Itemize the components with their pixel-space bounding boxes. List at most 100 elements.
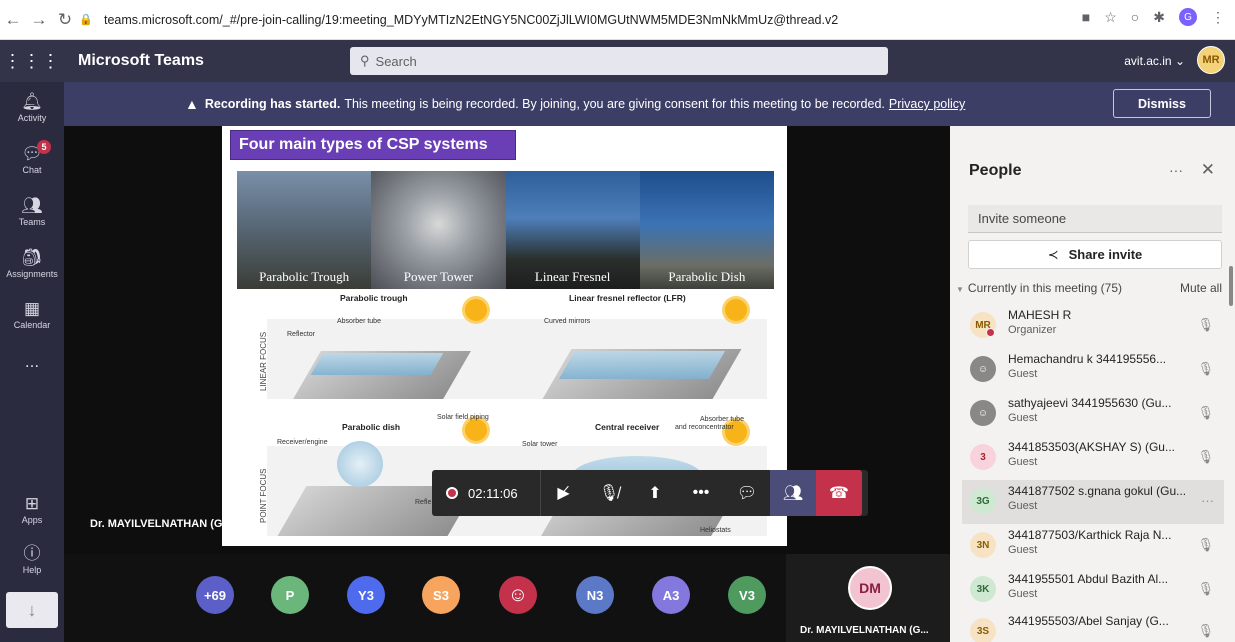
- panel-more-icon[interactable]: ···: [1169, 162, 1183, 178]
- lock-icon: 🔒: [79, 14, 93, 26]
- overflow-participants-avatar[interactable]: +69: [196, 576, 234, 614]
- rail-label: Help: [22, 565, 42, 575]
- teams-header: ⋮⋮⋮ Microsoft Teams ⚲ Search avit.ac.in …: [0, 40, 1235, 82]
- participant-row[interactable]: ☺ Hemachandru k 344195556... Guest 🎙︎: [962, 348, 1224, 392]
- participant-row[interactable]: 3N 3441877503/Karthick Raja N... Guest 🎙…: [962, 524, 1224, 568]
- browser-profile-avatar[interactable]: G: [1179, 8, 1197, 26]
- more-options-icon[interactable]: ···: [1201, 493, 1214, 508]
- reload-icon[interactable]: ↻: [52, 10, 78, 30]
- rail-item-help[interactable]: ⓘ Help: [0, 544, 64, 575]
- share-icon: ≺: [1047, 246, 1059, 262]
- share-invite-label: Share invite: [1068, 247, 1143, 262]
- avatar-initials: +69: [203, 587, 227, 603]
- participant-avatar[interactable]: P: [271, 576, 309, 614]
- participant-role: Organizer: [1008, 324, 1057, 336]
- hang-up-button[interactable]: ☎: [816, 470, 862, 516]
- photo-linear-fresnel: Linear Fresnel: [505, 171, 640, 289]
- chevron-down-icon: ▼: [956, 285, 964, 294]
- label-reconcentrator: and reconcentrator: [675, 424, 734, 431]
- mic-muted-icon: 🎙︎: [1197, 449, 1214, 464]
- participant-role: Guest: [1008, 500, 1038, 512]
- participant-row[interactable]: 3 3441853503(AKSHAY S) (Gu... Guest 🎙︎: [962, 436, 1224, 480]
- help-icon: ⓘ: [23, 544, 41, 563]
- participant-row[interactable]: MR MAHESH R Organizer 🎙︎: [962, 304, 1224, 348]
- label-solar-field-piping: Solar field piping: [437, 414, 489, 421]
- search-input[interactable]: ⚲ Search: [350, 47, 888, 75]
- more-dots-icon: •••: [692, 484, 710, 501]
- more-actions-button[interactable]: •••: [678, 470, 724, 516]
- participant-photo-avatar[interactable]: ☺: [499, 576, 537, 614]
- photo-parabolic-dish: Parabolic Dish: [639, 171, 774, 289]
- participant-avatar: 3K: [970, 576, 996, 602]
- speaker-tile-name: Dr. MAYILVELNATHAN (G...: [800, 625, 929, 636]
- participant-avatar[interactable]: S3: [422, 576, 460, 614]
- puzzle-icon[interactable]: ✱: [1153, 9, 1165, 26]
- label-point-focus: POINT FOCUS: [259, 468, 268, 523]
- participant-gallery: +69 P Y3 S3 ☺ N3 A3 V3 DM Dr. MAYILVELNA…: [64, 554, 950, 642]
- rail-item-apps[interactable]: ⊞ Apps: [0, 494, 64, 525]
- participant-row[interactable]: 3G 3441877502 s.gnana gokul (Gu... Guest…: [962, 480, 1224, 524]
- browser-menu-icon[interactable]: ⋮: [1211, 9, 1225, 26]
- avatar-initials: N3: [586, 587, 604, 603]
- rail-item-teams[interactable]: 👥︎ Teams: [0, 196, 64, 227]
- rail-item-calendar[interactable]: ▦ Calendar: [0, 299, 64, 330]
- participant-role: Guest: [1008, 588, 1038, 600]
- mute-all-link[interactable]: Mute all: [1180, 281, 1222, 295]
- invite-input[interactable]: Invite someone: [968, 205, 1222, 233]
- avatar-initials: V3: [739, 587, 755, 603]
- dismiss-button[interactable]: Dismiss: [1113, 89, 1211, 118]
- mic-muted-icon: 🎙︎: [1197, 361, 1214, 376]
- participant-avatar[interactable]: V3: [728, 576, 766, 614]
- back-icon[interactable]: ←: [0, 10, 26, 30]
- user-avatar[interactable]: MR: [1197, 46, 1225, 74]
- share-invite-button[interactable]: ≺ Share invite: [968, 240, 1222, 269]
- participant-avatar[interactable]: Y3: [347, 576, 385, 614]
- star-icon[interactable]: ☆: [1104, 9, 1117, 26]
- assignments-icon: 🎒︎: [21, 248, 43, 267]
- mic-off-button[interactable]: 🎙︎̸: [586, 470, 632, 516]
- share-screen-button[interactable]: ⬆: [632, 470, 678, 516]
- photo-caption: Parabolic Trough: [259, 269, 350, 284]
- more-dots-icon: ...: [24, 352, 40, 371]
- fresnel-mirrors: [558, 351, 726, 379]
- participant-avatar[interactable]: N3: [576, 576, 614, 614]
- label-solar-tower: Solar tower: [522, 441, 558, 448]
- participant-row[interactable]: 3S 3441955503/Abel Sanjay (G... 🎙︎: [962, 610, 1224, 642]
- participant-role: Guest: [1008, 412, 1038, 424]
- extension-circle-icon[interactable]: ○: [1131, 9, 1139, 25]
- rail-label: Assignments: [6, 269, 58, 279]
- rail-item-more[interactable]: ...: [0, 352, 64, 372]
- app-launcher-icon[interactable]: ⋮⋮⋮: [0, 51, 64, 72]
- forward-icon[interactable]: →: [26, 10, 52, 30]
- banner-text: This meeting is being recorded. By joini…: [344, 97, 885, 111]
- participant-avatar[interactable]: A3: [652, 576, 690, 614]
- camera-off-button[interactable]: ▶̸: [540, 470, 586, 516]
- rail-item-assignments[interactable]: 🎒︎ Assignments: [0, 248, 64, 279]
- recording-banner: ▲ Recording has started. This meeting is…: [64, 82, 1235, 126]
- participant-row[interactable]: ☺ sathyajeevi 3441955630 (Gu... Guest 🎙︎: [962, 392, 1224, 436]
- privacy-policy-link[interactable]: Privacy policy: [889, 97, 965, 111]
- participant-name: sathyajeevi 3441955630 (Gu...: [1008, 396, 1172, 410]
- mic-muted-icon: 🎙︎: [1197, 581, 1214, 596]
- rail-item-chat[interactable]: 💬︎ 5 Chat: [0, 140, 64, 175]
- meeting-section-header[interactable]: ▼ Currently in this meeting (75) Mute all: [956, 281, 1222, 295]
- participants-button[interactable]: 👥︎: [770, 470, 816, 516]
- mic-muted-icon: 🎙︎: [1197, 317, 1214, 332]
- participant-name: 3441955501 Abdul Bazith Al...: [1008, 572, 1169, 586]
- sun-icon: [465, 419, 487, 441]
- rail-label: Apps: [21, 515, 43, 525]
- rail-item-activity[interactable]: 🔔︎ Activity: [0, 92, 64, 123]
- photo-strip: Parabolic Trough Power Tower Linear Fres…: [237, 171, 774, 289]
- participant-name: 3441955503/Abel Sanjay (G...: [1008, 614, 1169, 628]
- person-photo-icon: ☺: [507, 583, 529, 606]
- chat-toggle-button[interactable]: 💬︎: [724, 470, 770, 516]
- download-icon[interactable]: ↓: [6, 592, 58, 628]
- active-speaker-tile[interactable]: DM Dr. MAYILVELNATHAN (G...: [786, 554, 950, 642]
- camera-indicator-icon[interactable]: ■: [1082, 9, 1090, 25]
- panel-scrollbar[interactable]: [1229, 266, 1233, 306]
- participant-row[interactable]: 3K 3441955501 Abdul Bazith Al... Guest 🎙…: [962, 568, 1224, 612]
- rail-label: Chat: [22, 165, 42, 175]
- close-icon[interactable]: ✕: [1201, 160, 1215, 180]
- address-bar[interactable]: teams.microsoft.com/_#/pre-join-calling/…: [104, 13, 838, 27]
- org-switcher[interactable]: avit.ac.in ⌄: [1124, 54, 1185, 68]
